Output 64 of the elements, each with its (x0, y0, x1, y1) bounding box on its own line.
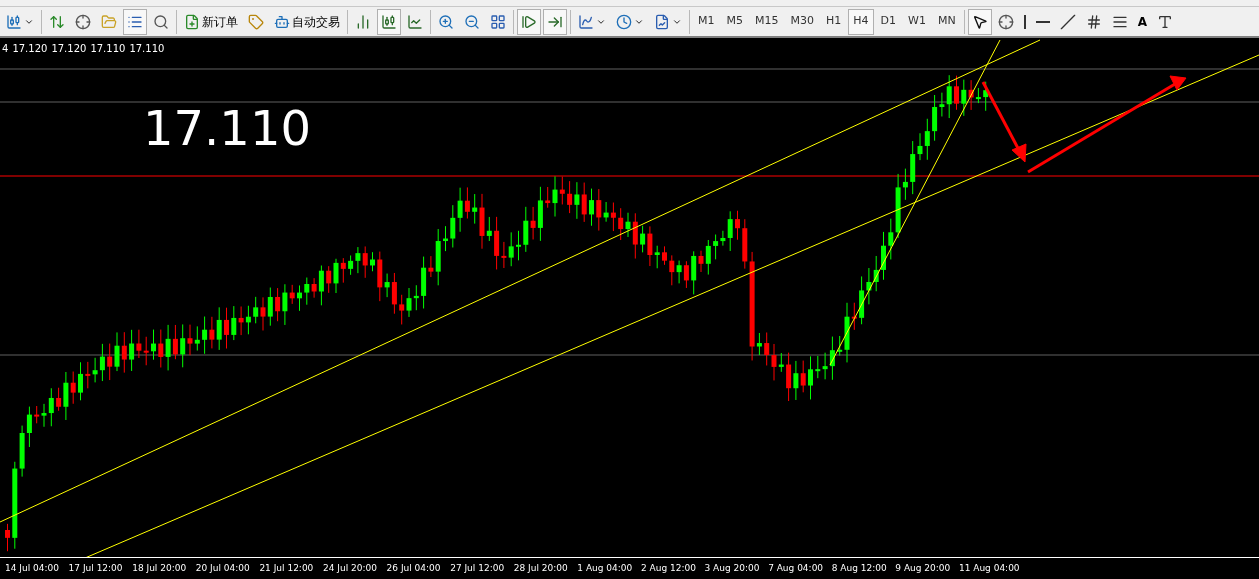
robot-icon (274, 13, 290, 30)
ohlc-value: 4 (2, 42, 9, 56)
vertical-line-icon (1023, 14, 1026, 29)
timeframe-button[interactable]: H1 (821, 8, 847, 35)
timeframe-button[interactable]: M30 (785, 8, 819, 35)
time-label: 21 Jul 12:00 (259, 561, 315, 575)
cursor-button[interactable] (967, 8, 992, 35)
chart-icon (6, 13, 22, 30)
list-button[interactable] (123, 8, 147, 35)
time-label: 28 Jul 20:00 (513, 561, 569, 575)
indicator-icon (578, 13, 594, 30)
time-label: 27 Jul 12:00 (450, 561, 506, 575)
trendline-icon (1059, 13, 1076, 30)
toolbar-button[interactable]: 自动交易 (270, 8, 344, 35)
candlestick-icon (381, 13, 397, 30)
ohlc-value: 17.110 (90, 42, 126, 56)
time-label: 14 Jul 04:00 (5, 561, 60, 575)
time-label: 24 Jul 20:00 (322, 561, 378, 575)
time-label: 26 Jul 04:00 (386, 561, 442, 575)
zoom-in-icon (438, 13, 454, 30)
autoscroll-button[interactable] (517, 8, 541, 35)
timeframe-button[interactable]: H4 (848, 8, 874, 35)
time-label: 7 Aug 04:00 (768, 561, 825, 575)
timeframe-button[interactable]: M15 (750, 8, 784, 35)
ohlc-value: 17.120 (12, 42, 48, 56)
zoom-out-icon (464, 13, 480, 30)
time-label: 3 Aug 20:00 (704, 561, 761, 575)
arrows-icon (49, 13, 65, 30)
timeframe-button[interactable]: M5 (721, 8, 748, 35)
tile-icon (490, 13, 506, 30)
crosshair-icon (75, 13, 91, 30)
magnifier-icon (153, 13, 169, 30)
time-label: 8 Aug 12:00 (831, 561, 888, 575)
time-label: 1 Aug 04:00 (577, 561, 634, 575)
timeframe-button[interactable]: W1 (903, 8, 931, 35)
time-label: 18 Jul 20:00 (132, 561, 188, 575)
candlestick-button[interactable] (377, 8, 401, 35)
label-icon (1156, 13, 1173, 30)
ohlc-value: 17.120 (51, 42, 87, 56)
ohlc-value: 17.110 (129, 42, 165, 56)
horizontal-line-icon (1035, 20, 1050, 23)
clock-icon (616, 13, 632, 30)
folder-icon (101, 13, 117, 30)
timeframe-button[interactable]: D1 (875, 8, 902, 35)
document-plus-icon (184, 13, 200, 30)
time-label: 17 Jul 12:00 (68, 561, 124, 575)
time-label: 11 Aug 04:00 (958, 561, 1021, 575)
bar-chart-icon (355, 13, 371, 30)
template-icon (654, 13, 670, 30)
text-tool-button[interactable]: A (1133, 8, 1151, 35)
chart-shift-button[interactable] (543, 8, 567, 35)
price-label: 17.110 (143, 100, 311, 156)
cursor-icon (971, 13, 988, 30)
autoscroll-icon (521, 13, 537, 30)
time-label: 20 Jul 04:00 (195, 561, 251, 575)
time-label: 9 Aug 20:00 (895, 561, 952, 575)
time-label: 2 Aug 12:00 (640, 561, 697, 575)
toolbar-button[interactable]: 新订单 (180, 8, 242, 35)
channel-icon (1085, 13, 1102, 30)
line-chart-icon (407, 13, 423, 30)
tag-icon (248, 13, 264, 30)
timeframe-button[interactable]: M1 (693, 8, 720, 35)
crosshair-icon (997, 13, 1014, 30)
timeframe-button[interactable]: MN (932, 8, 961, 35)
